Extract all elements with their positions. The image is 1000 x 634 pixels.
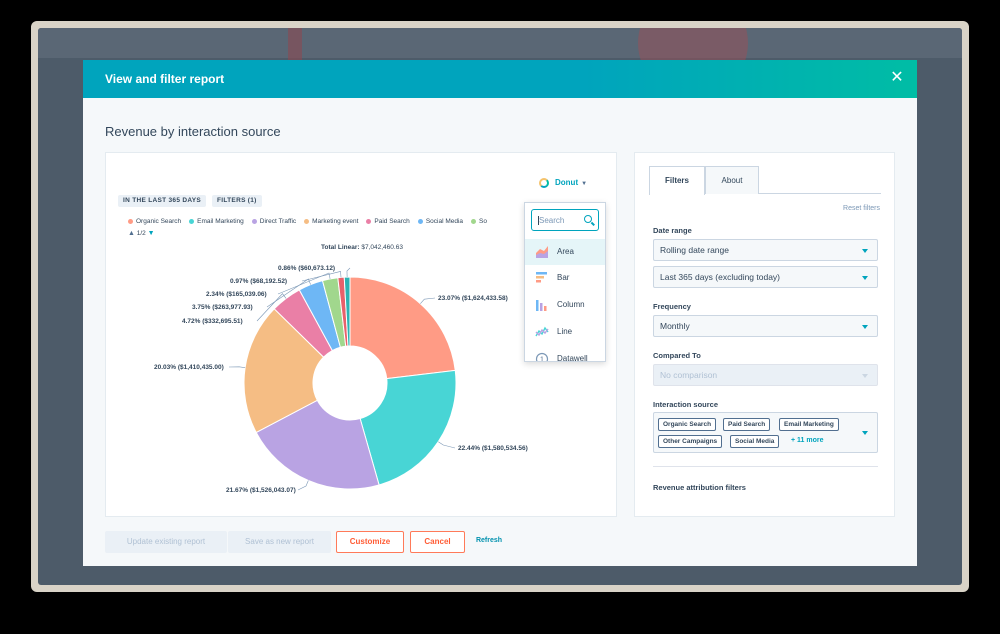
chart-type-bar[interactable]: Bar [525,265,605,291]
slice-data-label: 22.44% ($1,580,534.56) [458,445,528,452]
slice-data-label: 2.34% ($165,039.06) [206,291,267,298]
column-chart-icon [536,300,547,311]
leader-line [228,366,246,368]
date-period-value: Last 365 days (excluding today) [660,272,781,282]
compared-to-select: No comparison [653,364,878,386]
tag-organic-search[interactable]: Organic Search [658,418,717,431]
compared-to-label: Compared To [653,351,701,360]
tag-social-media[interactable]: Social Media [730,435,780,448]
bg-strip [38,28,962,58]
chart-type-line[interactable]: Line [525,319,605,345]
frequency-label: Frequency [653,302,691,311]
interaction-source-select[interactable]: Organic Search Paid Search Email Marketi… [653,412,878,453]
customize-button[interactable]: Customize [336,531,404,553]
frequency-select[interactable]: Monthly [653,315,878,337]
menu-item-label: Line [557,327,573,336]
compared-to-value: No comparison [660,370,718,380]
tag-email-marketing[interactable]: Email Marketing [779,418,839,431]
datawell-icon: 1 [535,352,549,363]
caret-down-icon [862,249,868,253]
chart-type-datawell[interactable]: 1 Datawell [525,346,605,363]
chart-type-dropdown: Search Area Bar Column Line 1 Datawell [524,202,606,362]
date-range-value: Rolling date range [660,245,729,255]
close-icon[interactable]: ✕ [889,70,905,86]
leader-line [420,297,436,304]
caret-down-icon [862,276,868,280]
tab-filters[interactable]: Filters [649,166,705,195]
save-new-report-button: Save as new report [228,531,331,553]
interaction-source-label: Interaction source [653,400,719,409]
slice-data-label: 21.67% ($1,526,043.07) [226,487,296,494]
reset-filters-link[interactable]: Reset filters [843,205,880,212]
date-range-label: Date range [653,226,692,235]
leader-line [346,267,351,278]
chart-type-search-input[interactable]: Search [531,209,599,231]
more-sources-link[interactable]: + 11 more [791,437,824,444]
chart-type-area[interactable]: Area [525,239,605,265]
search-icon [584,215,592,223]
view-filter-modal: View and filter report ✕ Revenue by inte… [83,60,917,566]
caret-down-icon [862,325,868,329]
filters-card: Filters About Reset filters Date range R… [634,152,895,517]
modal-title: View and filter report [105,72,225,86]
refresh-link[interactable]: Refresh [469,531,509,553]
search-placeholder: Search [539,216,565,225]
leader-line [438,441,456,449]
slice-data-label: 0.97% ($68,192.52) [230,278,288,285]
report-title: Revenue by interaction source [105,124,281,139]
caret-down-icon [862,374,868,378]
date-range-select[interactable]: Rolling date range [653,239,878,261]
menu-item-label: Datawell [557,354,588,362]
slice-data-label: 3.75% ($263,977.93) [192,304,253,311]
date-period-select[interactable]: Last 365 days (excluding today) [653,266,878,288]
menu-item-label: Bar [557,273,570,282]
slice-data-label: 0.86% ($60,673.12) [278,265,336,272]
frequency-value: Monthly [660,321,690,331]
modal-header: View and filter report ✕ [83,60,917,98]
menu-item-label: Area [557,247,574,256]
divider [653,466,878,467]
update-report-button: Update existing report [105,531,227,553]
chart-type-column[interactable]: Column [525,292,605,318]
menu-item-label: Column [557,300,585,309]
line-chart-icon [535,326,549,337]
chart-card: IN THE LAST 365 DAYS FILTERS (1) Donut ▼ … [105,152,617,517]
donut-slice[interactable] [349,276,456,380]
slice-data-label: 20.03% ($1,410,435.00) [154,364,224,371]
tag-paid-search[interactable]: Paid Search [723,418,771,431]
slice-data-label: 23.07% ($1,624,433.58) [438,295,508,302]
tag-other-campaigns[interactable]: Other Campaigns [658,435,723,448]
caret-down-icon [862,431,868,435]
leader-line [297,480,309,491]
area-chart-icon [536,246,548,258]
revenue-attribution-label[interactable]: Revenue attribution filters [653,483,746,492]
bar-chart-icon [536,272,547,283]
slice-data-label: 4.72% ($332,695.51) [182,318,243,325]
svg-text:1: 1 [540,357,544,363]
tab-about[interactable]: About [705,166,759,194]
filter-tabs: Filters About [649,166,881,195]
cancel-button[interactable]: Cancel [410,531,465,553]
